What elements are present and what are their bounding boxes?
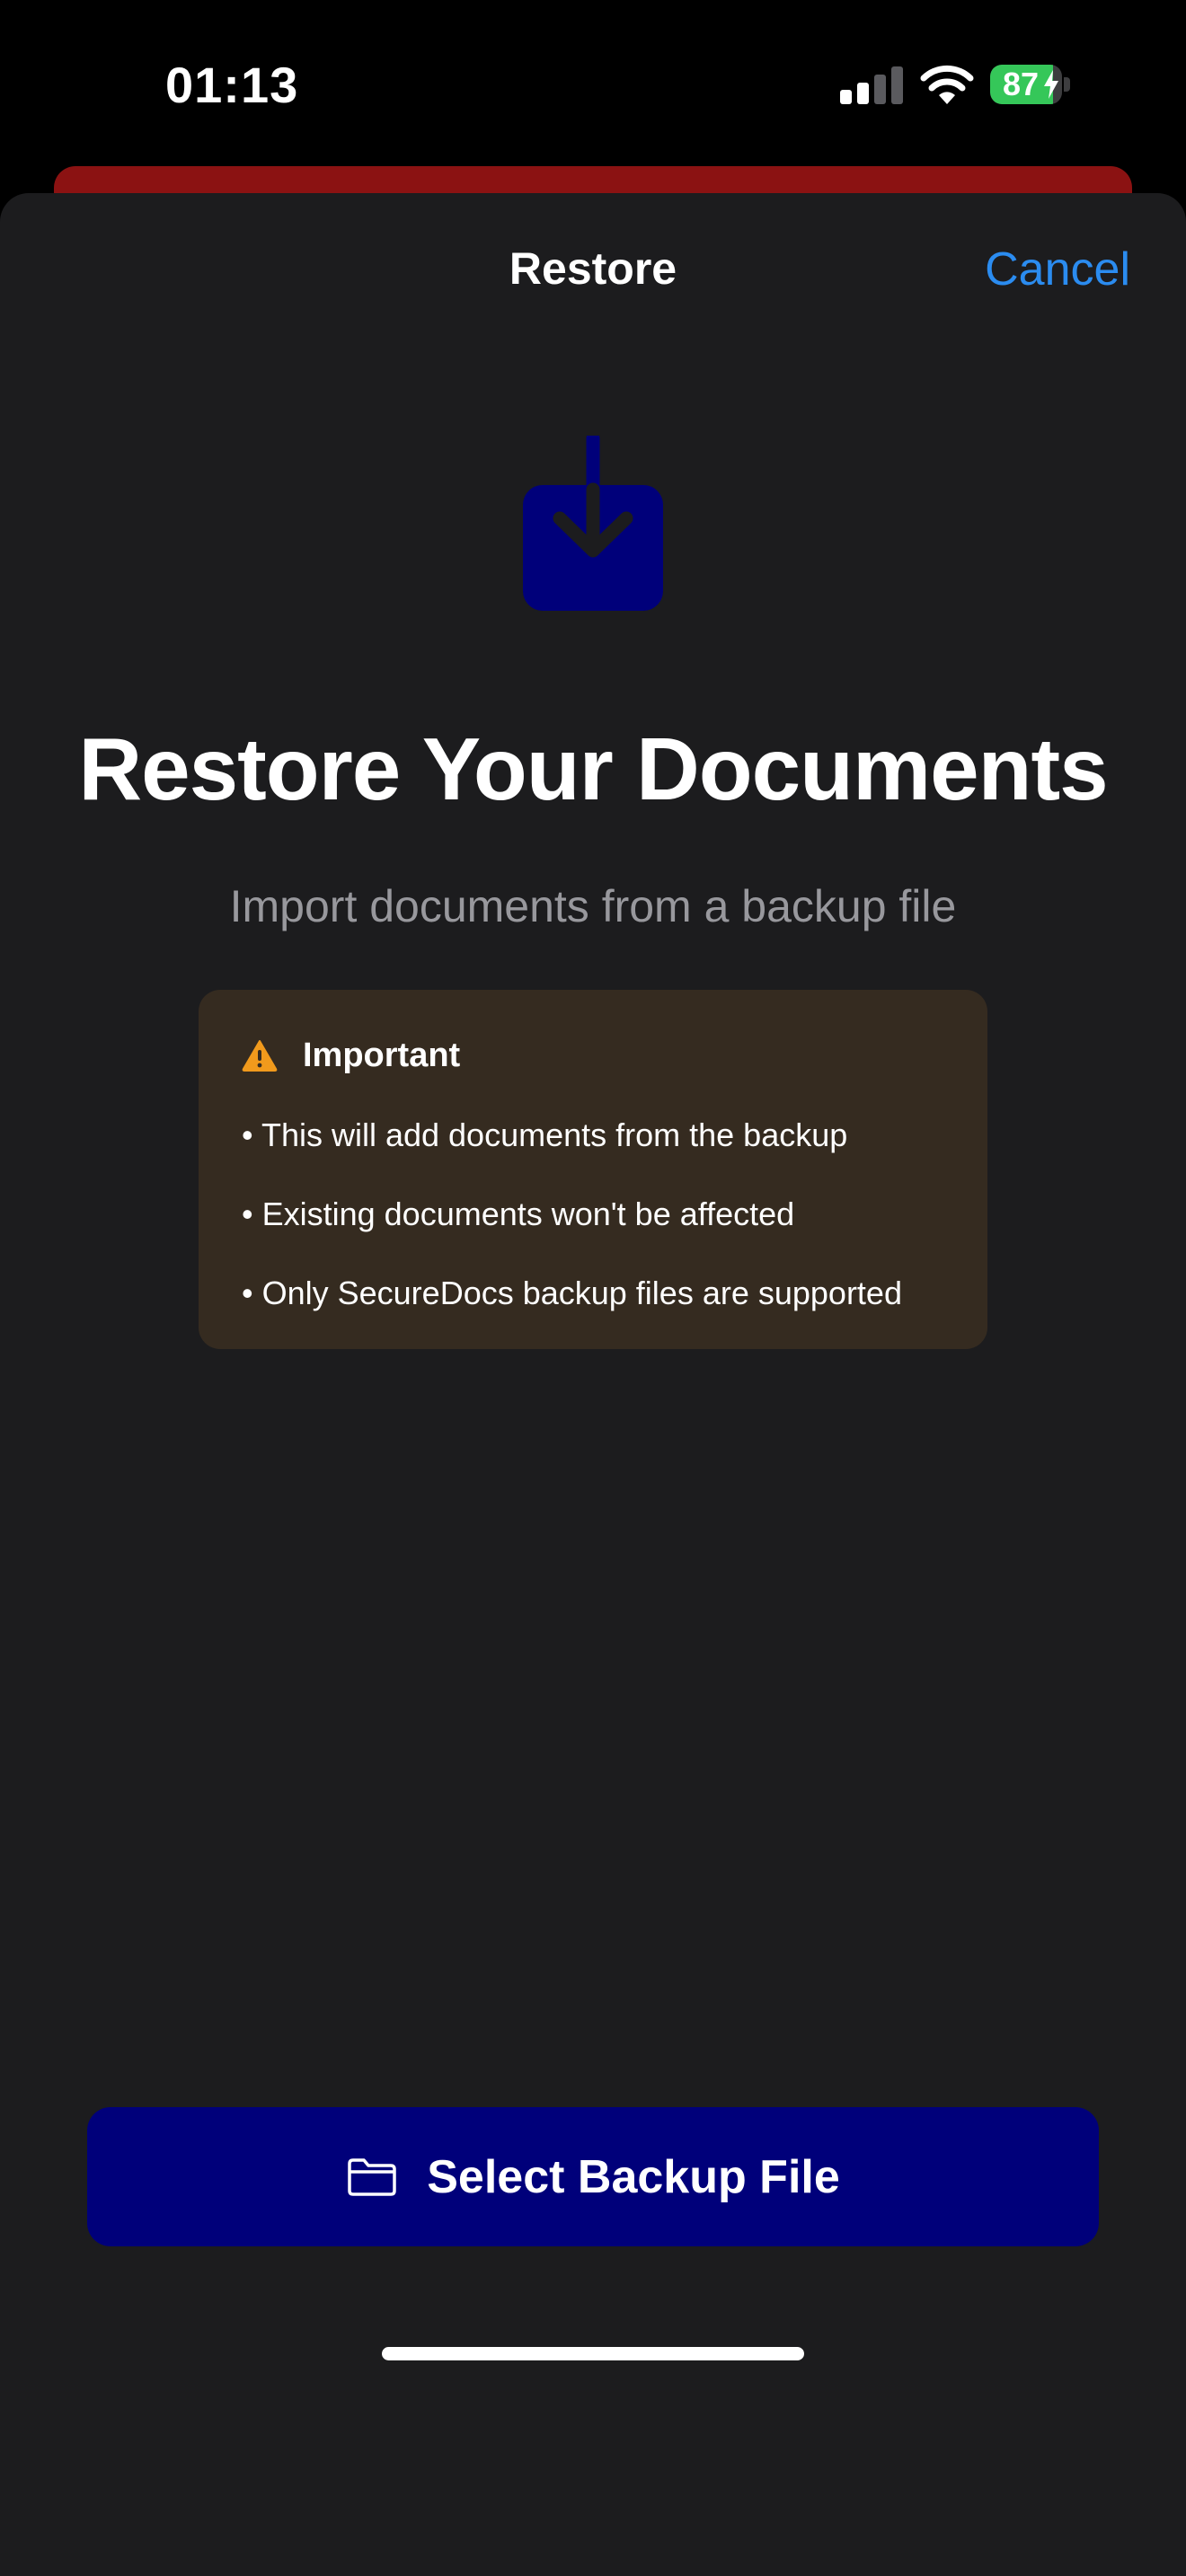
wifi-icon — [920, 65, 974, 104]
folder-icon — [348, 2157, 396, 2196]
page-title: Restore Your Documents — [78, 719, 1108, 818]
home-indicator[interactable] — [382, 2347, 804, 2360]
list-item: • This will add documents from the backu… — [242, 1116, 848, 1153]
important-header: Important — [242, 1033, 460, 1078]
list-item: • Existing documents won't be affected — [242, 1195, 795, 1232]
status-bar: 01:13 87 — [0, 0, 1186, 171]
page-subtitle: Import documents from a backup file — [229, 881, 957, 931]
select-backup-file-label: Select Backup File — [427, 2150, 840, 2203]
warning-triangle-icon — [242, 1040, 278, 1072]
cancel-button[interactable]: Cancel — [985, 243, 1130, 296]
status-time: 01:13 — [165, 57, 299, 113]
battery-cap — [1064, 77, 1070, 92]
important-notice: Important • This will add documents from… — [199, 990, 987, 1349]
important-list: • This will add documents from the backu… — [242, 1116, 902, 1353]
cellular-signal-icon — [840, 66, 903, 104]
important-title: Important — [303, 1036, 461, 1074]
download-tray-icon — [523, 436, 663, 611]
select-backup-file-button[interactable]: Select Backup File — [87, 2107, 1099, 2246]
battery-icon: 87 — [990, 65, 1071, 104]
charging-bolt-icon — [1044, 70, 1058, 99]
list-item: • Only SecureDocs backup files are suppo… — [242, 1275, 902, 1311]
